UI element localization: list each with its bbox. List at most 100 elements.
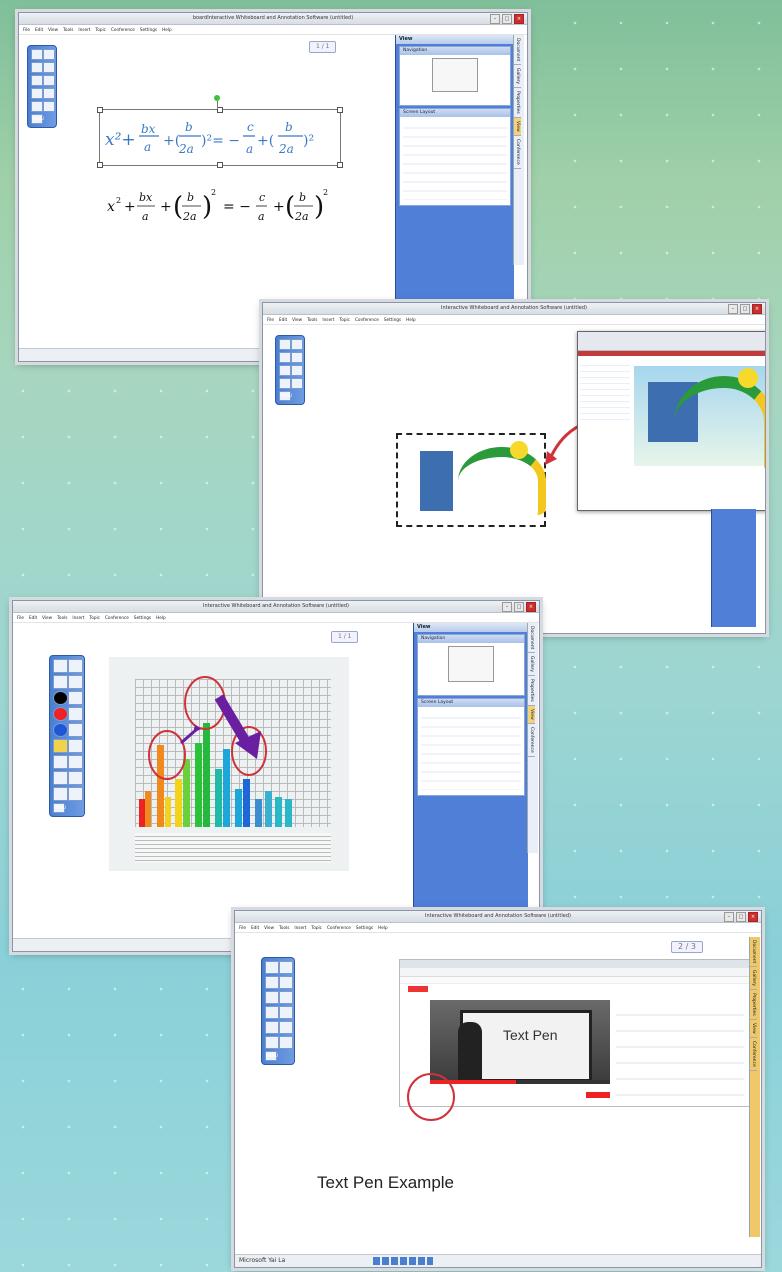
pen-tool-icon[interactable] bbox=[279, 961, 293, 974]
close-button[interactable]: × bbox=[526, 602, 536, 612]
shape-tool-icon[interactable] bbox=[43, 75, 55, 86]
floating-toolbox[interactable]: MENU bbox=[275, 335, 305, 405]
maximize-button[interactable]: □ bbox=[514, 602, 524, 612]
video-player[interactable]: Text Pen bbox=[430, 1000, 610, 1084]
menu-settings[interactable]: Settings bbox=[384, 315, 401, 324]
minimize-button[interactable]: – bbox=[728, 304, 738, 314]
menu-settings[interactable]: Settings bbox=[356, 923, 373, 932]
tab-gallery[interactable]: Gallery bbox=[528, 653, 535, 677]
menu-topic[interactable]: Topic bbox=[339, 315, 350, 324]
menu-edit[interactable]: Edit bbox=[279, 315, 287, 324]
menu-conference[interactable]: Conference bbox=[327, 923, 351, 932]
navigation-thumbnail[interactable] bbox=[448, 646, 494, 682]
menu-conference[interactable]: Conference bbox=[105, 613, 129, 622]
menu-topic[interactable]: Topic bbox=[89, 613, 100, 622]
page-indicator[interactable]: 1 / 1 bbox=[309, 41, 337, 53]
text-tool-icon[interactable] bbox=[68, 707, 83, 721]
menu-insert[interactable]: Insert bbox=[78, 25, 90, 34]
toolbox-menu-button[interactable]: MENU bbox=[31, 114, 44, 124]
yellow-marker-icon[interactable] bbox=[53, 739, 68, 753]
delete-icon[interactable] bbox=[68, 739, 83, 753]
select-tool-icon[interactable] bbox=[53, 659, 68, 673]
text-tool-icon[interactable] bbox=[279, 378, 291, 389]
line-tool-icon[interactable] bbox=[265, 991, 279, 1004]
text-tool-icon[interactable] bbox=[31, 88, 43, 99]
menu-topic[interactable]: Topic bbox=[311, 923, 322, 932]
menu-edit[interactable]: Edit bbox=[35, 25, 43, 34]
fill-tool-icon[interactable] bbox=[68, 723, 83, 737]
highlighter-icon[interactable] bbox=[31, 62, 43, 73]
undo-icon[interactable] bbox=[53, 755, 68, 769]
close-button[interactable]: × bbox=[514, 14, 524, 24]
zoom-icon[interactable] bbox=[68, 771, 83, 785]
close-button[interactable]: × bbox=[752, 304, 762, 314]
zoom-icon[interactable] bbox=[265, 1036, 279, 1049]
tab-conference[interactable]: Conference bbox=[514, 136, 521, 169]
minimize-button[interactable]: – bbox=[724, 912, 734, 922]
menu-tools[interactable]: Tools bbox=[57, 613, 67, 622]
tab-view[interactable]: View bbox=[514, 118, 521, 136]
floating-toolbox[interactable]: MENU bbox=[49, 655, 85, 817]
highlighter-icon[interactable] bbox=[279, 352, 291, 363]
menu-edit[interactable]: Edit bbox=[29, 613, 37, 622]
redo-icon[interactable] bbox=[279, 1021, 293, 1034]
tab-document[interactable]: Document bbox=[528, 623, 535, 654]
shape-tool-icon[interactable] bbox=[68, 691, 83, 705]
tab-gallery[interactable]: Gallery bbox=[750, 967, 757, 991]
status-icons[interactable] bbox=[373, 1257, 433, 1265]
screen-capture-icon[interactable] bbox=[279, 1036, 293, 1049]
menu-settings[interactable]: Settings bbox=[134, 613, 151, 622]
minimize-button[interactable]: – bbox=[502, 602, 512, 612]
select-tool-icon[interactable] bbox=[279, 339, 291, 350]
undo-icon[interactable] bbox=[31, 101, 43, 112]
navigation-thumbnail[interactable] bbox=[432, 58, 478, 92]
red-color-icon[interactable] bbox=[53, 707, 68, 721]
browser-address-bar[interactable] bbox=[400, 968, 750, 977]
page-indicator[interactable]: 1 / 1 bbox=[331, 631, 359, 643]
menu-conference[interactable]: Conference bbox=[355, 315, 379, 324]
navigation-header[interactable]: Navigation bbox=[418, 635, 524, 643]
chart-image[interactable] bbox=[109, 657, 349, 871]
tab-properties[interactable]: Properties bbox=[750, 990, 757, 1021]
tab-document[interactable]: Document bbox=[514, 35, 521, 66]
maximize-button[interactable]: □ bbox=[736, 912, 746, 922]
redo-icon[interactable] bbox=[43, 101, 55, 112]
fill-tool-icon[interactable] bbox=[43, 88, 55, 99]
shape-tool-icon[interactable] bbox=[291, 365, 303, 376]
minimize-button[interactable]: – bbox=[490, 14, 500, 24]
redo-icon[interactable] bbox=[68, 755, 83, 769]
black-color-icon[interactable] bbox=[53, 691, 68, 705]
pen-tool-icon[interactable] bbox=[68, 659, 83, 673]
select-tool-icon[interactable] bbox=[31, 49, 43, 60]
settings-icon[interactable] bbox=[68, 787, 83, 801]
line-tool-icon[interactable] bbox=[68, 675, 83, 689]
menu-tools[interactable]: Tools bbox=[307, 315, 317, 324]
highlighter-icon[interactable] bbox=[53, 675, 68, 689]
tab-view[interactable]: View bbox=[528, 706, 535, 724]
screen-layout-header[interactable]: Screen Layout bbox=[400, 109, 510, 117]
floating-toolbox[interactable]: MENU bbox=[261, 957, 295, 1065]
tab-view[interactable]: View bbox=[750, 1020, 757, 1038]
screen-layout-header[interactable]: Screen Layout bbox=[418, 699, 524, 707]
fill-tool-icon[interactable] bbox=[279, 1006, 293, 1019]
video-progress-bar[interactable] bbox=[430, 1080, 610, 1084]
line-tool-icon[interactable] bbox=[279, 365, 291, 376]
menu-file[interactable]: File bbox=[239, 923, 246, 932]
page-indicator[interactable]: 2 / 3 bbox=[671, 941, 703, 953]
tab-gallery[interactable]: Gallery bbox=[514, 65, 521, 89]
navigation-header[interactable]: Navigation bbox=[400, 47, 510, 55]
screen-capture-icon[interactable] bbox=[53, 787, 68, 801]
highlighter-icon[interactable] bbox=[265, 976, 279, 989]
pen-tool-icon[interactable] bbox=[291, 339, 303, 350]
tab-conference[interactable]: Conference bbox=[750, 1038, 757, 1071]
undo-icon[interactable] bbox=[265, 1021, 279, 1034]
toolbox-menu-button[interactable]: MENU bbox=[265, 1051, 278, 1061]
related-videos[interactable] bbox=[616, 1000, 744, 1100]
tab-document[interactable]: Document bbox=[750, 937, 757, 968]
eraser-icon[interactable] bbox=[279, 976, 293, 989]
menu-tools[interactable]: Tools bbox=[63, 25, 73, 34]
menu-topic[interactable]: Topic bbox=[95, 25, 106, 34]
eraser-icon[interactable] bbox=[43, 62, 55, 73]
line-tool-icon[interactable] bbox=[31, 75, 43, 86]
menu-insert[interactable]: Insert bbox=[72, 613, 84, 622]
